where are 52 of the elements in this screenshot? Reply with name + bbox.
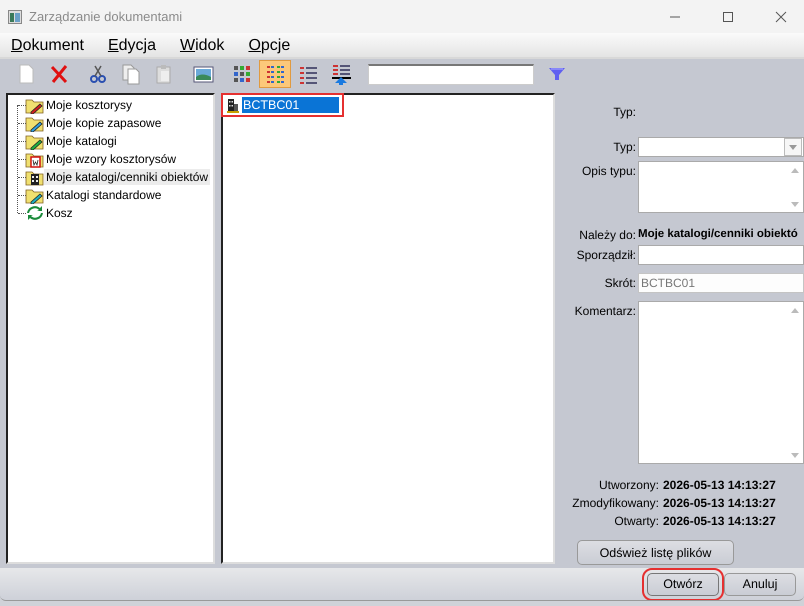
app-icon — [8, 10, 22, 24]
list-view-icon — [264, 63, 286, 85]
tree-item[interactable]: Moje wzory kosztorysów — [44, 151, 178, 167]
refresh-button[interactable]: Odśwież listę plików — [577, 540, 734, 565]
search-field[interactable] — [368, 64, 534, 84]
menu-item[interactable]: Edycja — [100, 36, 164, 54]
menu-item[interactable]: Opcje — [240, 36, 298, 54]
tree-item[interactable]: Moje kosztorysy — [44, 97, 134, 113]
field-label: Opis typu: — [580, 163, 637, 178]
scissors-icon — [87, 63, 109, 85]
filter-icon — [548, 66, 566, 82]
scroll-up-icon — [789, 166, 801, 174]
date-value: 2026-05-13 14:13:27 — [663, 478, 777, 492]
scroll-up-icon — [789, 306, 801, 314]
scroll-down-icon — [789, 451, 801, 459]
field-label: Typ: — [612, 139, 637, 154]
window-title: Zarządzanie dokumentami — [29, 9, 184, 24]
list-up-arrow-icon — [330, 63, 352, 85]
dropdown-arrow-icon — [789, 144, 797, 150]
tree-item[interactable]: Moje katalogi — [44, 133, 119, 149]
field-label: Skrót: — [604, 275, 637, 290]
text-area[interactable] — [638, 301, 804, 464]
field-label: Komentarz: — [574, 303, 637, 318]
date-value: 2026-05-13 14:13:27 — [663, 496, 777, 510]
text-field[interactable] — [638, 245, 804, 265]
maximize-icon — [722, 10, 734, 22]
dialog-button[interactable]: Anuluj — [724, 572, 796, 596]
recycle-icon — [25, 204, 44, 222]
tree-item[interactable]: Kosz — [44, 205, 75, 221]
date-label: Otwarty: — [613, 514, 659, 528]
type-dropdown[interactable] — [638, 137, 804, 157]
close-icon — [775, 10, 787, 22]
building-icon — [226, 97, 240, 113]
text-area[interactable] — [638, 161, 804, 213]
menu-item[interactable]: Dokument — [3, 36, 92, 54]
delete-icon — [48, 63, 70, 85]
date-label: Utworzony: — [598, 478, 659, 492]
tree-item[interactable]: Katalogi standardowe — [44, 187, 164, 203]
owner-value: Moje katalogi/cenniki obiektó — [638, 227, 798, 240]
menu-item[interactable]: Widok — [172, 36, 232, 54]
list-view-button[interactable] — [259, 60, 291, 88]
field-label: Należy do: — [578, 227, 637, 242]
file-item[interactable]: BCTBC01 — [242, 97, 340, 113]
date-label: Zmodyfikowany: — [571, 496, 659, 510]
grid-view-icon — [231, 63, 253, 85]
tree-item[interactable]: Moje kopie zapasowe — [44, 115, 164, 131]
date-value: 2026-05-13 14:13:27 — [663, 514, 777, 528]
field-label: Sporządził: — [576, 247, 637, 262]
tree-item[interactable]: Moje katalogi/cenniki obiektów — [44, 169, 210, 185]
copy-icon — [120, 63, 142, 85]
scroll-down-icon — [789, 200, 801, 208]
section-label: Typ: — [612, 104, 637, 119]
